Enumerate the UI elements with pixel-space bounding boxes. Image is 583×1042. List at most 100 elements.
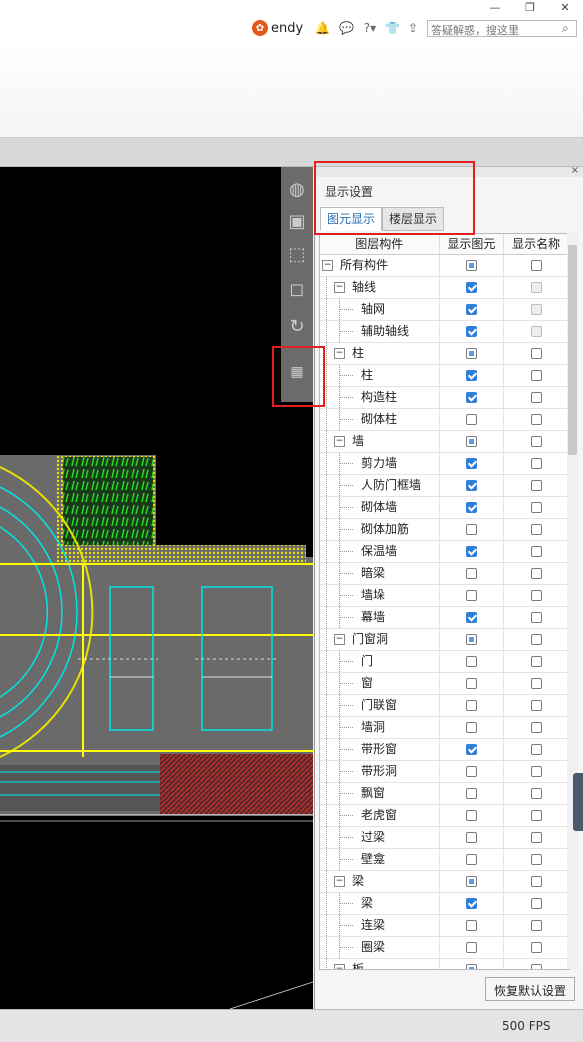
chat-icon[interactable]: 💬 <box>339 21 354 35</box>
show-element-checkbox[interactable] <box>465 260 477 271</box>
show-name-checkbox[interactable] <box>530 502 542 513</box>
tree-row[interactable]: 轴网 <box>320 299 569 321</box>
show-name-checkbox[interactable] <box>530 898 542 909</box>
tree-row[interactable]: 飘窗 <box>320 783 569 805</box>
user-account[interactable]: ✿ endy <box>252 20 303 36</box>
show-element-checkbox[interactable] <box>465 876 477 887</box>
tree-row[interactable]: 柱 <box>320 365 569 387</box>
show-element-checkbox[interactable] <box>465 678 477 689</box>
show-name-checkbox[interactable] <box>530 678 542 689</box>
restore-defaults-button[interactable]: 恢复默认设置 <box>485 977 575 1001</box>
tree-row[interactable]: 过梁 <box>320 827 569 849</box>
tree-row[interactable]: 门 <box>320 651 569 673</box>
collapse-toggle[interactable]: − <box>334 964 345 969</box>
show-name-checkbox[interactable] <box>530 656 542 667</box>
orbit-icon[interactable]: ◍ <box>284 177 310 203</box>
show-name-checkbox[interactable] <box>530 568 542 579</box>
show-element-checkbox[interactable] <box>465 458 477 469</box>
show-name-checkbox[interactable] <box>530 546 542 557</box>
close-icon[interactable]: × <box>571 165 579 176</box>
side-panel-grip[interactable] <box>573 773 583 831</box>
view-cube-icon[interactable]: ⬚ <box>284 242 310 268</box>
show-element-checkbox[interactable] <box>465 282 477 293</box>
show-name-checkbox[interactable] <box>530 722 542 733</box>
tree-row[interactable]: 带形窗 <box>320 739 569 761</box>
tab-floor-display[interactable]: 楼层显示 <box>382 207 445 231</box>
show-name-checkbox[interactable] <box>530 260 542 271</box>
search-icon[interactable]: ⌕ <box>562 21 569 36</box>
show-name-checkbox[interactable] <box>530 788 542 799</box>
box-view-icon[interactable]: ◻ <box>284 277 310 303</box>
tree-row[interactable]: 连梁 <box>320 915 569 937</box>
collapse-toggle[interactable]: − <box>334 348 345 359</box>
show-name-checkbox[interactable] <box>530 480 542 491</box>
tree-row[interactable]: − 所有构件 <box>320 255 569 277</box>
tree-row[interactable]: 梁 <box>320 893 569 915</box>
tree-row[interactable]: 墙垛 <box>320 585 569 607</box>
tree-row[interactable]: 辅助轴线 <box>320 321 569 343</box>
show-name-checkbox[interactable] <box>530 920 542 931</box>
collapse-toggle[interactable]: − <box>334 634 345 645</box>
cad-viewport[interactable] <box>0 167 313 1009</box>
tree-row[interactable]: − 门窗洞 <box>320 629 569 651</box>
display-settings-icon[interactable]: ▦ <box>284 359 310 385</box>
show-name-checkbox[interactable] <box>530 964 542 969</box>
show-element-checkbox[interactable] <box>465 568 477 579</box>
show-element-checkbox[interactable] <box>465 810 477 821</box>
tree-row[interactable]: − 梁 <box>320 871 569 893</box>
show-name-checkbox[interactable] <box>530 524 542 535</box>
show-element-checkbox[interactable] <box>465 612 477 623</box>
show-name-checkbox[interactable] <box>530 370 542 381</box>
show-element-checkbox[interactable] <box>465 898 477 909</box>
rotate-icon[interactable]: ↻ <box>284 314 310 340</box>
tree-row[interactable]: 窗 <box>320 673 569 695</box>
bell-icon[interactable]: 🔔 <box>315 21 330 35</box>
tree-row[interactable]: 砌体加筋 <box>320 519 569 541</box>
show-name-checkbox[interactable] <box>530 590 542 601</box>
show-element-checkbox[interactable] <box>465 414 477 425</box>
tree-row[interactable]: − 墙 <box>320 431 569 453</box>
3d-view-icon[interactable]: ▣ <box>284 209 310 235</box>
show-element-checkbox[interactable] <box>465 304 477 315</box>
collapse-toggle[interactable]: − <box>334 282 345 293</box>
show-element-checkbox[interactable] <box>465 766 477 777</box>
tree-row[interactable]: 构造柱 <box>320 387 569 409</box>
show-element-checkbox[interactable] <box>465 392 477 403</box>
tree-row[interactable]: 剪力墙 <box>320 453 569 475</box>
tab-element-display[interactable]: 图元显示 <box>320 207 383 231</box>
scrollbar-thumb[interactable] <box>568 245 577 455</box>
tree-row[interactable]: 砌体柱 <box>320 409 569 431</box>
help-icon[interactable]: ?▾ <box>360 21 380 35</box>
show-element-checkbox[interactable] <box>465 326 477 337</box>
show-element-checkbox[interactable] <box>465 700 477 711</box>
collapse-toggle[interactable]: − <box>322 260 333 271</box>
search-input[interactable]: 答疑解惑，搜这里 <box>427 20 577 37</box>
tree-row[interactable]: 砌体墙 <box>320 497 569 519</box>
show-element-checkbox[interactable] <box>465 854 477 865</box>
tree-row[interactable]: 墙洞 <box>320 717 569 739</box>
show-name-checkbox[interactable] <box>530 942 542 953</box>
show-element-checkbox[interactable] <box>465 590 477 601</box>
show-name-checkbox[interactable] <box>530 348 542 359</box>
close-button[interactable]: ✕ <box>557 1 573 14</box>
show-name-checkbox[interactable] <box>530 392 542 403</box>
show-name-checkbox[interactable] <box>530 458 542 469</box>
tree-row[interactable]: 保温墙 <box>320 541 569 563</box>
tree-row[interactable]: 门联窗 <box>320 695 569 717</box>
show-element-checkbox[interactable] <box>465 942 477 953</box>
show-element-checkbox[interactable] <box>465 546 477 557</box>
shirt-icon[interactable]: 👕 <box>385 21 400 35</box>
show-name-checkbox[interactable] <box>530 744 542 755</box>
show-name-checkbox[interactable] <box>530 700 542 711</box>
show-element-checkbox[interactable] <box>465 480 477 491</box>
collapse-toggle[interactable]: − <box>334 876 345 887</box>
show-element-checkbox[interactable] <box>465 436 477 447</box>
tree-row[interactable]: − 柱 <box>320 343 569 365</box>
tree-row[interactable]: 壁龛 <box>320 849 569 871</box>
show-name-checkbox[interactable] <box>530 612 542 623</box>
minimize-button[interactable]: — <box>487 1 503 14</box>
show-element-checkbox[interactable] <box>465 920 477 931</box>
show-element-checkbox[interactable] <box>465 370 477 381</box>
show-element-checkbox[interactable] <box>465 964 477 969</box>
show-name-checkbox[interactable] <box>530 634 542 645</box>
